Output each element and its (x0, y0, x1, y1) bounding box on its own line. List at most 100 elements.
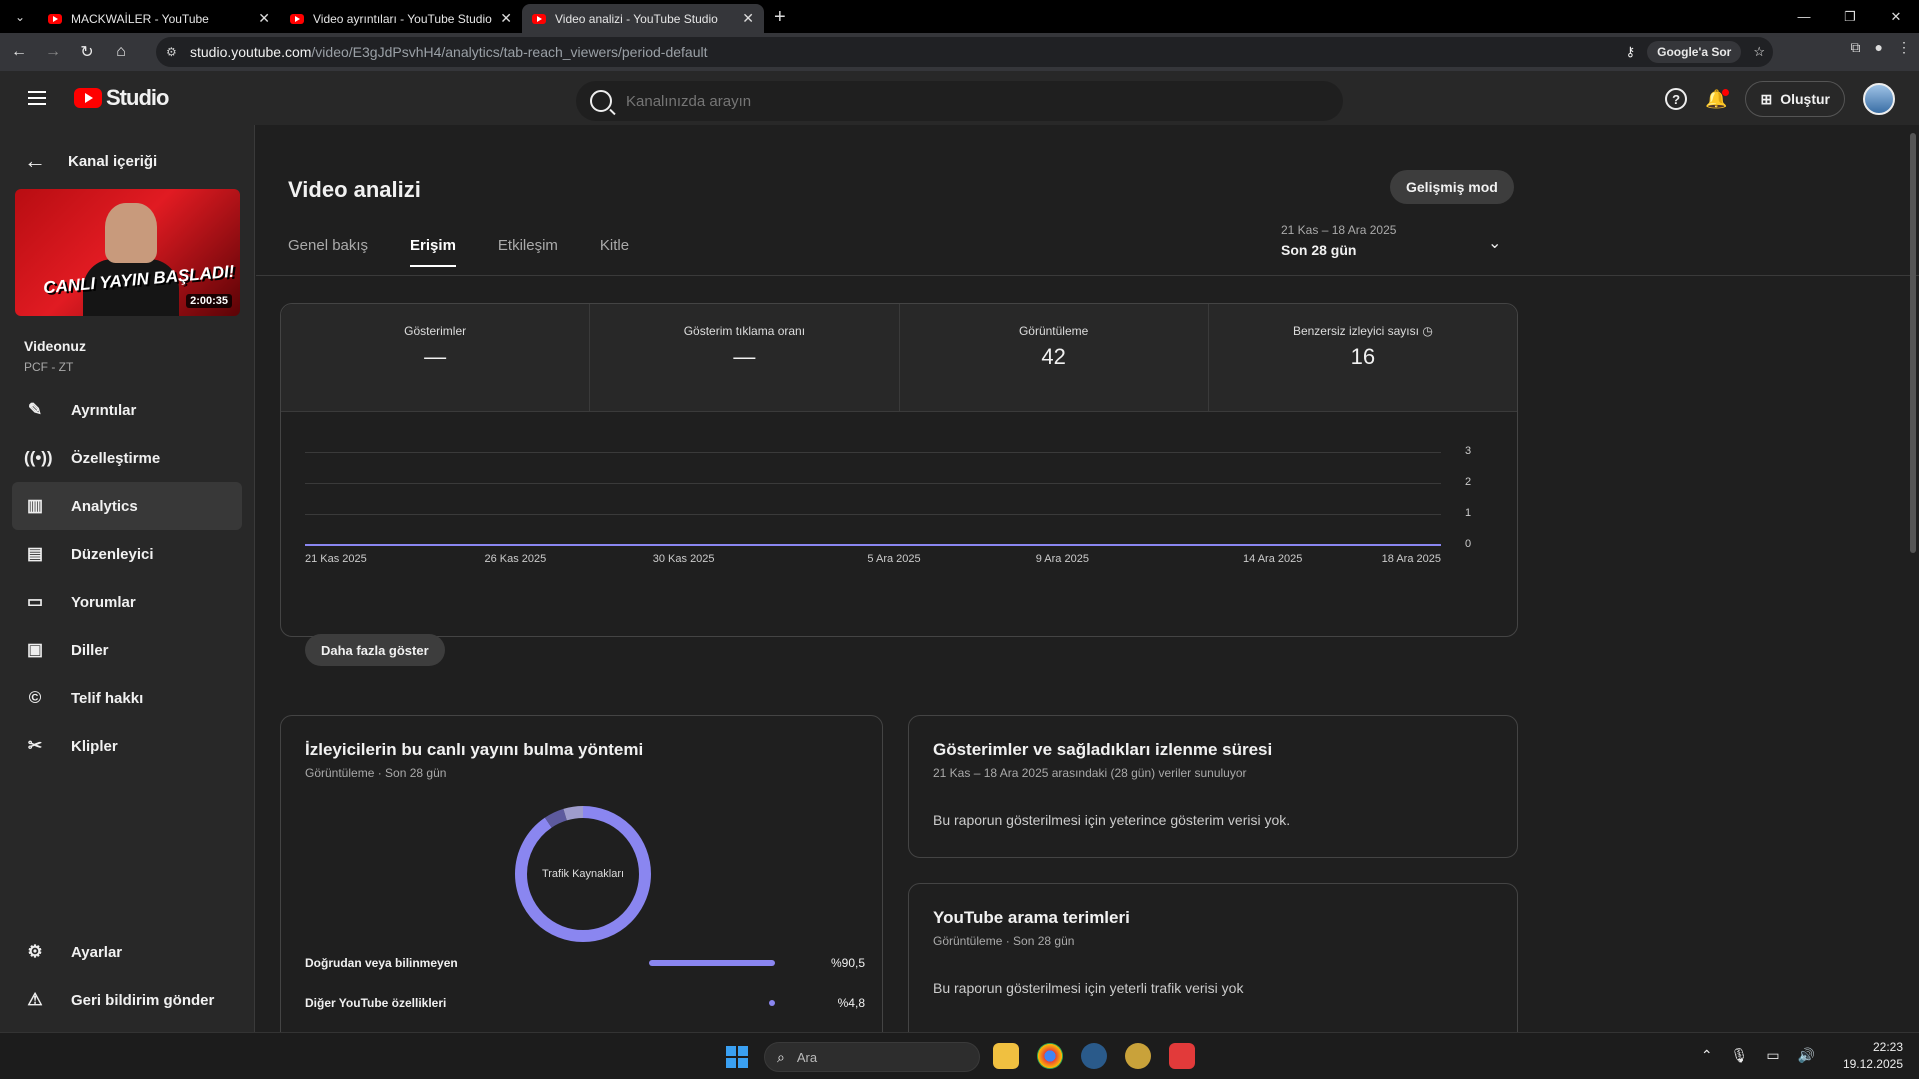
more-menu-icon[interactable]: ⋮ (1897, 39, 1911, 56)
search-input[interactable] (626, 92, 1226, 110)
card-title: İzleyicilerin bu canlı yayını bulma yönt… (305, 740, 644, 759)
create-button[interactable]: ⊞ Oluştur (1745, 81, 1845, 117)
subtitles-icon: ▣ (26, 640, 44, 659)
chevron-up-icon[interactable]: ⌃ (1701, 1047, 1713, 1064)
network-icon[interactable]: ▭ (1766, 1047, 1779, 1064)
metric-ctr[interactable]: Gösterim tıklama oranı — (590, 304, 900, 411)
profile-icon[interactable]: ● (1875, 39, 1883, 56)
tab-audience[interactable]: Kitle (600, 237, 629, 267)
page-scrollbar[interactable] (1910, 133, 1916, 553)
google-ask-button[interactable]: Google'a Sor (1647, 41, 1742, 63)
app-icon[interactable] (1125, 1043, 1151, 1069)
taskbar-search-placeholder: Ara (796, 1049, 818, 1065)
x-tick-label: 5 Ara 2025 (867, 553, 921, 565)
microphone-icon[interactable]: 🎙 (1731, 1047, 1749, 1064)
metric-unique-viewers[interactable]: Benzersiz izleyici sayısı ◷ 16 (1208, 304, 1517, 411)
site-info-icon[interactable]: ⚙ (166, 45, 190, 59)
new-tab-plus-icon[interactable]: + (774, 6, 786, 29)
clock[interactable]: 22:23 19.12.2025 (1843, 1039, 1903, 1073)
youtube-favicon-icon (290, 13, 304, 24)
sidebar-item-languages[interactable]: ▣ Diller (12, 626, 242, 674)
sidebar-item-editor[interactable]: ▤ Düzenleyici (12, 530, 242, 578)
thumbnail-figure-head (105, 203, 157, 263)
close-icon[interactable]: ✕ (500, 10, 512, 27)
minimize-icon[interactable]: — (1781, 0, 1827, 33)
taskbar-search[interactable]: ⌕ Ara (764, 1042, 980, 1072)
sidebar-item-clips[interactable]: ✂ Klipler (12, 722, 242, 770)
home-icon[interactable]: ⌂ (106, 43, 136, 61)
back-to-content-button[interactable]: ← Kanal içeriği (0, 133, 254, 189)
y-tick-label: 2 (1465, 476, 1472, 488)
chevron-down-icon[interactable]: ⌄ (1488, 233, 1501, 253)
reload-icon[interactable]: ↻ (72, 42, 102, 62)
browser-tab-strip: ⌄ MACKWAİLER - YouTube ✕ Video ayrıntıla… (0, 0, 1919, 33)
file-explorer-icon[interactable] (993, 1043, 1019, 1069)
x-tick-label: 9 Ara 2025 (1035, 553, 1089, 565)
sidebar-item-label: Diller (71, 641, 109, 659)
back-arrow-icon: ← (24, 148, 46, 173)
metric-views[interactable]: Görüntüleme 42 (899, 304, 1209, 411)
traffic-source-row[interactable]: Doğrudan veya bilinmeyen %90,5 (305, 956, 865, 970)
volume-icon[interactable]: 🔊 (1798, 1047, 1815, 1064)
metric-value: 16 (1350, 344, 1376, 369)
forward-arrow-icon[interactable]: → (38, 43, 68, 61)
studio-logo[interactable]: Studio (74, 85, 169, 111)
search-terms-card: YouTube arama terimleri Görüntüleme · So… (908, 883, 1518, 1032)
video-thumbnail[interactable]: CANLI YAYIN BAŞLADI! 2:00:35 (15, 189, 240, 316)
channel-search-box[interactable] (576, 81, 1343, 121)
extensions-icon[interactable]: ⧉ (1851, 39, 1861, 56)
browser-tab-active[interactable]: Video analizi - YouTube Studio ✕ (522, 4, 764, 33)
restore-icon[interactable]: ❐ (1827, 0, 1873, 33)
tab-overview[interactable]: Genel bakış (288, 237, 368, 267)
sidebar-item-customization[interactable]: ((•)) Özelleştirme (12, 434, 242, 482)
series-line[interactable] (305, 544, 1441, 546)
browser-tab[interactable]: MACKWAİLER - YouTube ✕ (38, 4, 280, 33)
sidebar-item-feedback[interactable]: ⚠ Geri bildirim gönder (12, 976, 243, 1024)
close-icon[interactable]: ✕ (258, 10, 270, 27)
sidebar-item-comments[interactable]: ▭ Yorumlar (12, 578, 242, 626)
browser-tab[interactable]: Video ayrıntıları - YouTube Studio ✕ (280, 4, 522, 33)
back-arrow-icon[interactable]: ← (4, 43, 34, 61)
source-percent: %90,5 (830, 956, 865, 970)
analytics-tabs: Genel bakış Erişim Etkileşim Kitle (288, 237, 629, 267)
chart-gridline (305, 452, 1441, 453)
chrome-icon[interactable] (1037, 1043, 1063, 1069)
app-icon[interactable] (1081, 1043, 1107, 1069)
tab-engagement[interactable]: Etkileşim (498, 237, 558, 267)
video-subtitle: PCF - ZT (24, 360, 74, 374)
sidebar-item-details[interactable]: ✎ Ayrıntılar (12, 386, 242, 434)
clock-icon: ◷ (1422, 324, 1433, 338)
date-range-picker[interactable]: 21 Kas – 18 Ara 2025 Son 28 gün (1281, 223, 1396, 258)
chart-gridline (305, 514, 1441, 515)
sidebar-item-label: Geri bildirim gönder (71, 991, 215, 1009)
sidebar-item-label: Düzenleyici (71, 545, 154, 563)
windows-start-icon[interactable] (726, 1046, 748, 1068)
sidebar-item-copyright[interactable]: © Telif hakkı (12, 674, 242, 722)
sidebar-item-analytics[interactable]: ▥ Analytics (12, 482, 242, 530)
hamburger-menu-icon[interactable] (28, 91, 46, 105)
x-tick-label: 14 Ara 2025 (1243, 553, 1303, 565)
sidebar-item-settings[interactable]: ⚙ Ayarlar (12, 928, 243, 976)
app-icon[interactable] (1169, 1043, 1195, 1069)
video-duration: 2:00:35 (186, 294, 232, 308)
metric-impressions[interactable]: Gösterimler — (281, 304, 591, 411)
tab-search-button[interactable]: ⌄ (8, 5, 32, 29)
avatar[interactable] (1863, 83, 1895, 115)
window-close-icon[interactable]: ✕ (1873, 0, 1919, 33)
tab-reach[interactable]: Erişim (410, 237, 456, 267)
traffic-source-row[interactable]: Diğer YouTube özellikleri %4,8 (305, 996, 865, 1010)
metric-tiles: Gösterimler — Gösterim tıklama oranı — G… (281, 304, 1517, 412)
help-icon[interactable]: ? (1665, 88, 1688, 110)
metric-label: Gösterimler (404, 324, 467, 338)
url-field[interactable]: ⚙ studio.youtube.com/video/E3gJdPsvhH4/a… (156, 37, 1773, 67)
close-icon[interactable]: ✕ (742, 10, 754, 27)
system-tray: ⌃ 🎙 ▭ 🔊 (1701, 1047, 1815, 1064)
bookmark-star-icon[interactable]: ☆ (1753, 44, 1765, 60)
password-key-icon[interactable]: ⚷ (1626, 44, 1636, 60)
tab-divider (256, 275, 1919, 276)
youtube-logo-icon (74, 88, 102, 108)
notification-bell-icon[interactable]: 🔔 (1705, 88, 1730, 110)
advanced-mode-button[interactable]: Gelişmiş mod (1390, 170, 1514, 204)
show-more-button[interactable]: Daha fazla göster (305, 634, 445, 666)
pencil-icon: ✎ (27, 400, 43, 419)
